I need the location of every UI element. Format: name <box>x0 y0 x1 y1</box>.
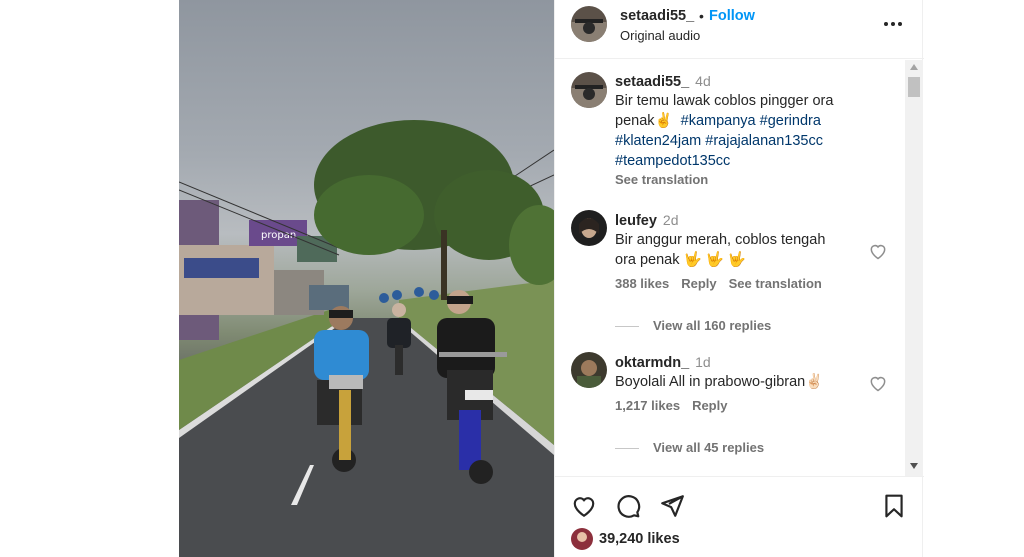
comment-text-line2: ora penak 🤟 🤟 🤟 <box>615 252 746 268</box>
caption-hashtags-line3[interactable]: #klaten24jam #rajajalanan135cc <box>615 131 885 151</box>
reply-button[interactable]: Reply <box>681 276 716 291</box>
share-icon[interactable] <box>659 493 685 519</box>
reply-button[interactable]: Reply <box>692 398 727 413</box>
likes-summary[interactable]: 39,240 likes <box>571 528 680 550</box>
comment-likes[interactable]: 388 likes <box>615 276 669 291</box>
heart-icon[interactable] <box>571 493 597 519</box>
author-avatar[interactable] <box>571 6 607 42</box>
scroll-down-arrow-icon[interactable] <box>910 463 918 469</box>
caption-hashtags-line4[interactable]: #teampedot135cc <box>615 151 885 171</box>
more-options-icon[interactable] <box>883 14 903 34</box>
comment-text: Boyolali All in prabowo-gibran✌🏻 <box>615 374 824 390</box>
comment-like-heart-icon[interactable] <box>868 241 888 261</box>
comment-avatar[interactable] <box>571 352 607 388</box>
video-frame: propan <box>179 120 554 557</box>
footer-divider <box>555 476 924 477</box>
caption-emoji: ✌️ <box>654 113 673 129</box>
comment-likes[interactable]: 1,217 likes <box>615 398 680 413</box>
post-side-panel: setaadi55_ • Follow Original audio setaa… <box>554 0 924 557</box>
comment-text: Bir anggur merah, coblos tengah <box>615 232 826 248</box>
comment-icon[interactable] <box>615 493 641 519</box>
caption-text-line2: penak <box>615 113 655 129</box>
view-replies-button[interactable]: View all 160 replies <box>615 318 771 333</box>
comments-scrollbar[interactable] <box>905 60 923 476</box>
comment-age: 1d <box>695 354 711 370</box>
comment-username[interactable]: oktarmdn_ <box>615 355 689 371</box>
caption-avatar[interactable] <box>571 72 607 108</box>
view-replies-button[interactable]: View all 45 replies <box>615 440 764 455</box>
caption-text-line1: Bir temu lawak coblos pingger ora <box>615 93 834 109</box>
caption-hashtags[interactable]: #kampanya #gerindra <box>681 113 821 129</box>
comment-age: 2d <box>662 212 679 228</box>
comment: leufey 2d Bir anggur merah, coblos tengah… <box>615 212 885 291</box>
instagram-post-view: propan setaadi55_ • Follow Original audi… <box>0 0 1024 557</box>
caption-username[interactable]: setaadi55_ <box>615 74 689 90</box>
author-username[interactable]: setaadi55_ <box>620 8 694 24</box>
scrollbar-thumb[interactable] <box>908 77 920 97</box>
view-replies-label: View all 45 replies <box>653 440 765 455</box>
scroll-up-arrow-icon[interactable] <box>910 64 918 70</box>
follow-button[interactable]: Follow <box>709 8 755 24</box>
comment-avatar[interactable] <box>571 210 607 246</box>
likes-count[interactable]: 39,240 likes <box>599 531 680 547</box>
view-replies-label: View all 160 replies <box>653 318 772 333</box>
liker-avatar <box>571 528 593 550</box>
original-audio-link[interactable]: Original audio <box>620 28 700 43</box>
comments-list[interactable]: setaadi55_ 4d Bir temu lawak coblos pingg… <box>555 59 924 476</box>
comment-username[interactable]: leufey <box>615 213 657 229</box>
caption-see-translation[interactable]: See translation <box>615 172 885 187</box>
comment-like-heart-icon[interactable] <box>868 373 888 393</box>
header-separator: • <box>699 8 704 24</box>
comment: oktarmdn_ 1d Boyolali All in prabowo-gibr… <box>615 354 885 413</box>
bookmark-icon[interactable] <box>881 493 907 519</box>
caption-age: 4d <box>695 73 711 89</box>
see-translation-button[interactable]: See translation <box>729 276 822 291</box>
caption: setaadi55_ 4d Bir temu lawak coblos pingg… <box>615 73 885 187</box>
post-video[interactable]: propan <box>179 0 554 557</box>
